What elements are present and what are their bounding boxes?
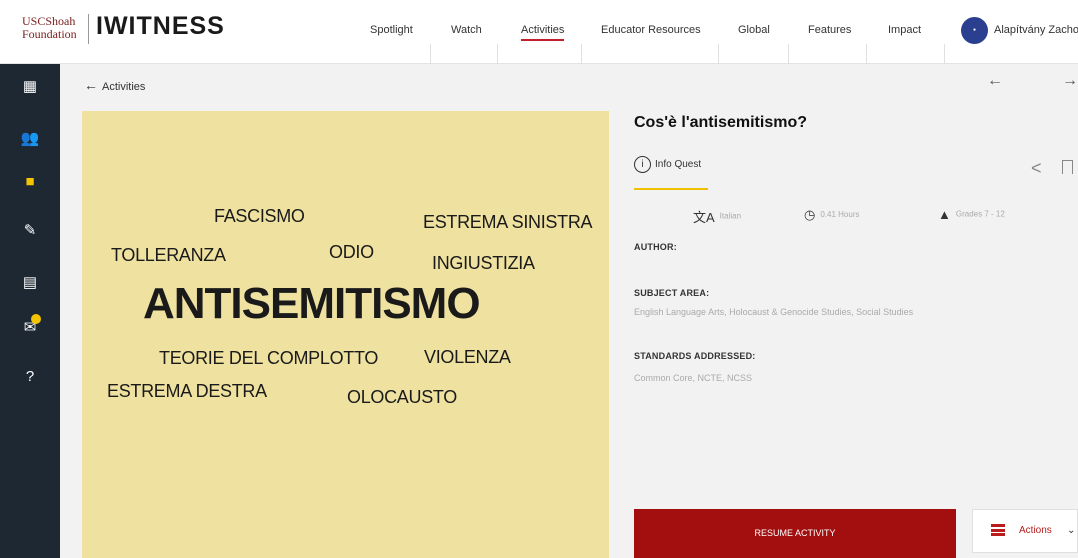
archive-icon[interactable]: ▤ — [0, 272, 60, 294]
nav-watch[interactable]: Watch — [451, 24, 482, 36]
word-cloud-image: FASCISMO ESTREMA SINISTRA TOLLERANZA ODI… — [82, 111, 609, 558]
nav-divider — [497, 44, 498, 64]
nav-features[interactable]: Features — [808, 24, 851, 36]
nav-divider — [866, 44, 867, 64]
nav-divider — [944, 44, 945, 64]
pen-icon[interactable]: ✎ — [0, 220, 60, 242]
activity-info-panel: Cos'è l'antisemitismo? i Info Quest < 文A I… — [634, 108, 1078, 558]
left-sidebar: ▦ 👥 ■ ✎ ▤ ✉ ? — [0, 64, 60, 558]
previous-arrow-icon[interactable]: ← — [987, 72, 1003, 90]
user-name[interactable]: Alapítvány Zacho — [994, 24, 1078, 36]
next-arrow-icon[interactable]: → — [1062, 72, 1078, 90]
grades-meta: ▲ Grades 7 - 12 — [938, 207, 1005, 222]
word-cloud-word: VIOLENZA — [424, 347, 511, 367]
top-header: USCShoah Foundation IWITNESS Spotlight W… — [0, 0, 1078, 64]
language-value: Italian — [719, 211, 742, 221]
help-icon[interactable]: ? — [0, 366, 60, 388]
iwitness-logo[interactable]: IWITNESS — [96, 12, 225, 41]
grades-value: Grades 7 - 12 — [955, 209, 1005, 219]
dashboard-icon[interactable]: ▦ — [0, 76, 60, 98]
translate-icon: 文A — [693, 210, 715, 225]
main-content: FASCISMO ESTREMA SINISTRA TOLLERANZA ODI… — [60, 108, 1078, 558]
word-cloud-word: TEORIE DEL COMPLOTTO — [159, 348, 379, 368]
resume-activity-button[interactable]: RESUME ACTIVITY — [634, 509, 956, 558]
actions-dropdown[interactable]: Actions ⌄ — [972, 509, 1078, 553]
share-icon[interactable]: < — [1031, 158, 1042, 179]
tab-underline — [634, 188, 708, 190]
nav-divider — [718, 44, 719, 64]
word-cloud-word: ESTREMA DESTRA — [107, 381, 267, 401]
logo-divider — [88, 14, 89, 44]
activity-title: Cos'è l'antisemitismo? — [634, 114, 807, 131]
back-label: Activities — [102, 81, 146, 93]
logo-line-2: Foundation — [22, 27, 77, 41]
graduation-cap-icon: ▲ — [938, 207, 951, 222]
back-arrow-icon: ← — [84, 77, 98, 93]
info-quest-tab[interactable]: i Info Quest — [634, 156, 701, 173]
nav-global[interactable]: Global — [738, 24, 770, 36]
actions-label: Actions — [1019, 525, 1052, 536]
breadcrumb-bar: ← Activities ← → — [60, 64, 1078, 108]
word-cloud-word: TOLLERANZA — [111, 245, 226, 265]
usc-shoah-logo[interactable]: USCShoah Foundation — [22, 15, 84, 41]
duration-value: 0.41 Hours — [820, 210, 860, 220]
info-icon: i — [634, 156, 651, 173]
inbox-icon[interactable]: ✉ — [0, 314, 60, 339]
nav-impact[interactable]: Impact — [888, 24, 921, 36]
nav-divider — [788, 44, 789, 64]
bookmark-icon[interactable] — [1062, 160, 1073, 174]
clock-icon: ◷ — [804, 207, 816, 222]
word-cloud-word: ESTREMA SINISTRA — [423, 212, 593, 232]
activity-type: Info Quest — [655, 159, 702, 171]
duration-meta: ◷ 0.41 Hours — [804, 207, 859, 223]
language-meta: 文A Italian — [693, 207, 741, 226]
subject-area-value: English Language Arts, Holocaust & Genoc… — [634, 307, 914, 317]
nav-activities[interactable]: Activities — [521, 24, 565, 41]
standards-value: Common Core, NCTE, NCSS — [634, 373, 753, 383]
users-icon[interactable]: 👥 — [0, 128, 60, 150]
word-cloud-main-word: ANTISEMITISMO — [143, 279, 481, 328]
nav-spotlight[interactable]: Spotlight — [370, 24, 413, 36]
notification-badge — [31, 314, 41, 324]
word-cloud-word: ODIO — [329, 242, 374, 262]
chevron-down-icon: ⌄ — [1067, 525, 1076, 536]
nav-divider — [581, 44, 582, 64]
word-cloud-word: OLOCAUSTO — [347, 387, 457, 407]
author-label: AUTHOR: — [634, 242, 677, 252]
menu-icon — [991, 524, 1005, 536]
word-cloud-word: INGIUSTIZIA — [432, 253, 535, 273]
nav-divider — [430, 44, 431, 64]
briefcase-icon[interactable]: ■ — [0, 171, 60, 193]
user-avatar[interactable]: ● — [961, 17, 988, 44]
subject-area-label: SUBJECT AREA: — [634, 288, 710, 298]
standards-label: STANDARDS ADDRESSED: — [634, 351, 756, 361]
word-cloud-word: FASCISMO — [214, 206, 305, 226]
nav-educator-resources[interactable]: Educator Resources — [601, 24, 701, 36]
back-to-activities-link[interactable]: ← Activities — [84, 77, 145, 93]
